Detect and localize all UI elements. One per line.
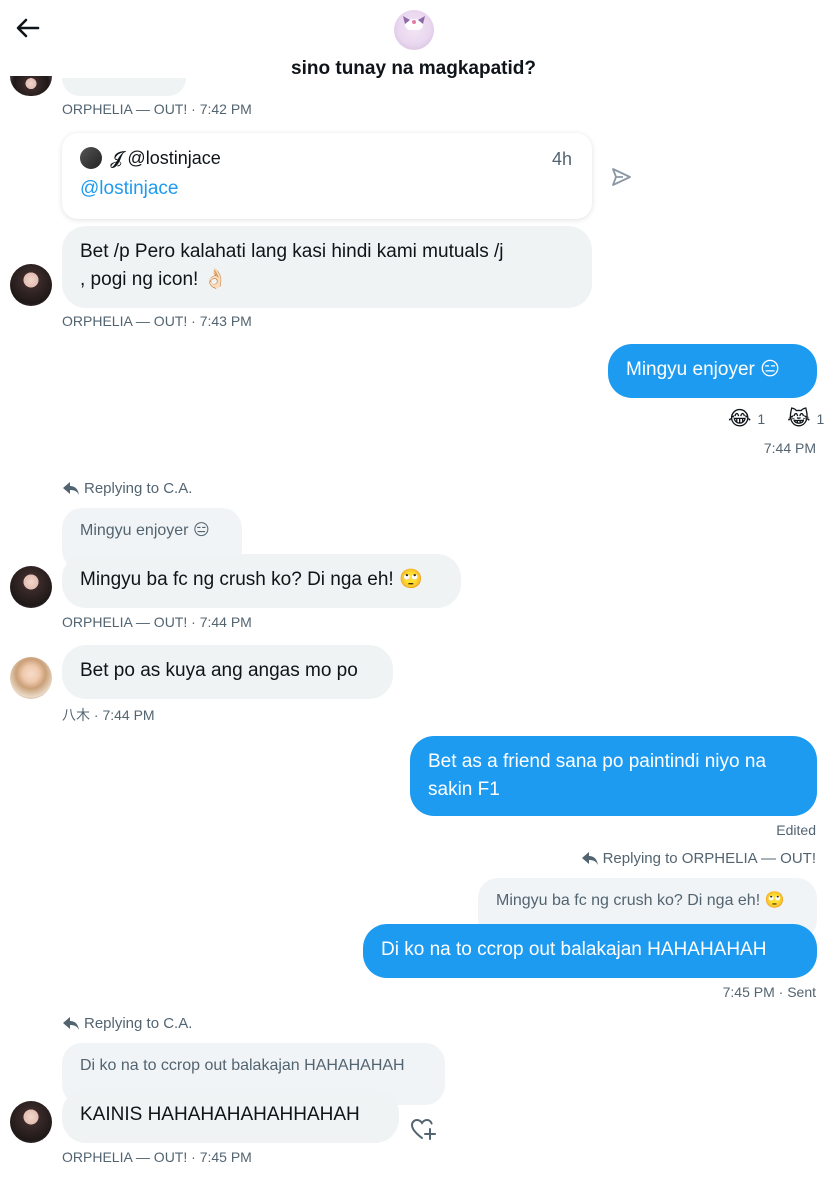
message-bubble-partial [62,78,186,96]
heart-plus-icon [410,1118,436,1140]
avatar[interactable] [10,264,52,306]
replying-to[interactable]: Replying to C.A. [62,1015,192,1032]
message-bubble-outgoing[interactable]: Mingyu enjoyer 😑 [608,344,817,398]
message-bubble[interactable]: Bet /p Pero kalahati lang kasi hindi kam… [62,226,592,308]
replying-to[interactable]: Replying to C.A. [62,480,192,497]
avatar[interactable] [10,1101,52,1143]
reply-arrow-icon [581,851,598,865]
post-author-avatar [80,147,102,169]
back-button[interactable] [14,14,42,42]
message-bubble-outgoing[interactable]: Di ko na to ccrop out balakajan HAHAHAHA… [363,924,817,978]
message-bubble[interactable]: Mingyu ba fc ng crush ko? Di nga eh! 🙄 [62,554,461,608]
message-bubble[interactable]: KAINIS HAHAHAHAHAHHAHAH [62,1089,399,1143]
reaction-count: 1 [757,410,766,427]
message-text-line1: Bet /p Pero kalahati lang kasi hindi kam… [80,241,504,262]
message-meta: 7:45 PM · Sent [722,984,816,1000]
message-meta: ORPHELIA — OUT! · 7:42 PM [62,101,252,117]
message-bubble[interactable]: Bet po as kuya ang angas mo po [62,645,393,699]
post-handle-link[interactable]: @lostinjace [80,178,179,200]
replying-label: Replying to ORPHELIA — OUT! [602,850,816,867]
avatar[interactable] [10,76,52,96]
reaction-emoji[interactable]: 😂 [728,406,751,431]
replying-to[interactable]: Replying to ORPHELIA — OUT! [581,850,816,867]
avatar[interactable] [10,657,52,699]
message-text-line2: , pogi ng icon! 👌🏻 [80,269,228,290]
reaction-count: 1 [816,410,825,427]
replying-label: Replying to C.A. [84,1015,193,1032]
message-bubble-outgoing[interactable]: Bet as a friend sana po paintindi niyo n… [410,736,817,816]
share-button[interactable] [610,166,632,188]
avatar[interactable] [10,566,52,608]
message-meta: ORPHELIA — OUT! · 7:44 PM [62,614,252,630]
reaction-bar[interactable]: 😂 1 😹 1 [728,406,824,431]
shared-post-card[interactable]: 𝓙 @lostinjace 4h @lostinjace [62,133,592,219]
group-avatar[interactable] [394,10,434,50]
reply-arrow-icon [63,481,79,495]
message-meta: 7:44 PM [763,440,816,456]
post-time: 4h [551,149,572,169]
post-author: 𝓙 @lostinjace [110,147,221,168]
message-meta: ORPHELIA — OUT! · 7:45 PM [62,1149,252,1165]
replying-label: Replying to C.A. [84,480,193,497]
message-text-line2: sakin F1 [428,779,500,800]
reply-arrow-icon [63,1016,79,1030]
message-meta: ORPHELIA — OUT! · 7:43 PM [62,313,252,329]
reaction-emoji[interactable]: 😹 [787,406,810,431]
message-text-line1: Bet as a friend sana po paintindi niyo n… [428,751,767,772]
share-icon [612,168,631,186]
message-meta: 八木 · 7:44 PM [62,707,155,723]
react-button[interactable] [410,1118,436,1142]
conversation-title[interactable]: sino tunay na magkapatid? [0,58,827,80]
kuromi-icon [403,16,425,30]
back-arrow-icon [16,18,40,38]
edited-label: Edited [776,822,816,838]
